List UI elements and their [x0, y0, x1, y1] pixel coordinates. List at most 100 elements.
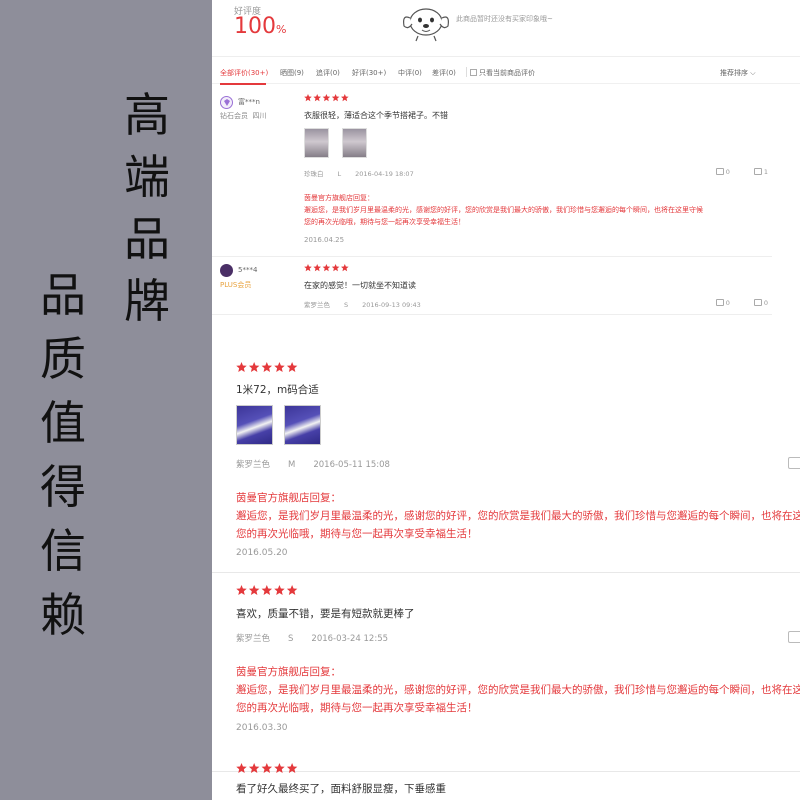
product-color: 紫罗兰色: [236, 460, 271, 470]
seller-reply: 茵曼官方旗舰店回复： 邂逅您，是我们岁月里最温柔的光，感谢您的好评，您的欣赏是我…: [236, 489, 800, 543]
tab-photos[interactable]: 晒图(9): [280, 68, 304, 78]
reply-date: 2016.03.30: [236, 723, 288, 733]
thumbs-up-icon[interactable]: [715, 168, 724, 175]
star-icon: [304, 264, 312, 272]
slogan-char: 端: [124, 150, 170, 204]
active-tab-indicator: [220, 83, 266, 85]
star-icon: [313, 264, 321, 272]
star-icon: [274, 763, 285, 773]
quality-slogan: 品 质 值 得 信 赖: [40, 272, 86, 656]
review-date: 2016-03-24 12:55: [311, 634, 389, 644]
slogan-char: 得: [40, 460, 86, 514]
comment-icon[interactable]: [753, 299, 762, 306]
review-actions: 01: [715, 168, 768, 176]
slogan-char: 牌: [124, 274, 170, 328]
seller-reply: 茵曼官方旗舰店回复： 邂逅您，是我们岁月里最温柔的光，感谢您的好评，您的欣赏是我…: [304, 192, 774, 228]
star-icon: [286, 585, 298, 595]
star-icon: [331, 94, 340, 102]
slogan-char: 品: [124, 212, 170, 266]
thumbs-up-icon[interactable]: [715, 299, 724, 306]
thumbs-up-icon[interactable]: [788, 631, 800, 643]
region-text: 四川: [252, 112, 267, 120]
review-photo[interactable]: [284, 405, 321, 445]
review-actions: 00: [715, 299, 768, 307]
reply-text: 您的再次光临哦，期待与您一起再次享受幸福生活！: [236, 702, 478, 714]
sort-dropdown[interactable]: 推荐排序 ⌵: [720, 68, 756, 78]
rating-value: 100%: [234, 14, 286, 39]
level-text: 钻石会员: [220, 112, 248, 120]
review-meta: 紫罗兰色 S 2016-03-24 12:55: [236, 632, 406, 644]
reply-date: 2016.05.20: [236, 548, 288, 558]
slogan-char: 赖: [40, 588, 86, 642]
review-content: 1米72，m码合适: [236, 384, 319, 396]
slogan-char: 高: [124, 88, 170, 142]
seller-reply: 茵曼官方旗舰店回复： 邂逅您，是我们岁月里最温柔的光，感谢您的好评，您的欣赏是我…: [236, 663, 800, 717]
product-size: M: [288, 460, 296, 470]
reply-title: 茵曼官方旗舰店回复：: [236, 492, 341, 504]
tab-separator: [466, 67, 467, 77]
star-icon: [322, 94, 331, 102]
star-icon: [341, 94, 349, 102]
review-photo[interactable]: [304, 128, 329, 158]
review-meta: 珍珠白 L 2016-04-19 18:07: [304, 168, 428, 178]
sort-label: 推荐排序: [720, 69, 748, 77]
star-icon: [286, 763, 298, 773]
reply-text: 您的再次光临哦，期待与您一起再次享受幸福生活！: [236, 528, 478, 540]
star-rating: [304, 264, 349, 272]
star-icon: [274, 362, 285, 372]
star-icon: [236, 763, 247, 773]
brand-slogan: 高 端 品 牌: [124, 92, 170, 340]
review-meta: 紫罗兰色 M 2016-05-11 15:08: [236, 458, 408, 470]
reply-text: 邂逅您，是我们岁月里最温柔的光，感谢您的好评，您的欣赏是我们最大的骄傲，我们珍惜…: [236, 510, 800, 522]
star-icon: [286, 362, 298, 372]
reply-text: 您的再次光临哦，期待与您一起再次享受幸福生活！: [304, 218, 465, 226]
star-icon: [322, 264, 331, 272]
review-content: 喜欢，质量不错，要是有短款就更棒了: [236, 608, 415, 620]
no-impression-text: 此商品暂时还没有买家印象哦~: [456, 15, 553, 23]
member-level: PLUS会员: [220, 281, 252, 289]
reply-text: 邂逅您，是我们岁月里最温柔的光，感谢您的好评，您的欣赏是我们最大的骄傲，我们珍惜…: [304, 206, 703, 214]
star-icon: [261, 362, 273, 372]
reviewer-name: 5***4: [238, 266, 258, 274]
reply-title: 茵曼官方旗舰店回复：: [236, 666, 341, 678]
current-product-filter[interactable]: 只看当前商品评价: [470, 68, 535, 78]
review-date: 2016-05-11 15:08: [313, 460, 390, 470]
star-icon: [331, 264, 340, 272]
tab-followup[interactable]: 追评(0): [316, 68, 340, 78]
reviewer-name: 富***n: [238, 98, 260, 106]
product-color: 紫罗兰色: [304, 301, 330, 309]
divider: [212, 771, 800, 772]
review-panel: 好评度 100% 此商品暂时还没有买家印象哦~ 全部评价(30+) 晒图(9) …: [212, 0, 800, 800]
star-icon: [248, 362, 260, 372]
star-rating: [304, 94, 349, 102]
checkbox-icon[interactable]: [470, 69, 477, 76]
review-filter-tabs: 全部评价(30+) 晒图(9) 追评(0) 好评(30+) 中评(0) 差评(0…: [212, 56, 800, 85]
star-rating: [236, 585, 298, 595]
rating-unit: %: [276, 23, 287, 36]
review-photo[interactable]: [342, 128, 367, 158]
review-date: 2016-04-19 18:07: [355, 170, 414, 178]
like-count: 0: [725, 299, 730, 307]
star-icon: [274, 585, 285, 595]
star-icon: [236, 585, 247, 595]
thumbs-up-icon[interactable]: [788, 457, 800, 469]
review-content: 衣服很轻，薄适合这个季节搭裙子。不错: [304, 111, 448, 120]
star-icon: [304, 94, 312, 102]
left-banner: 高 端 品 牌 品 质 值 得 信 赖: [0, 0, 212, 800]
avatar[interactable]: [220, 96, 233, 109]
tab-good[interactable]: 好评(30+): [352, 68, 386, 78]
tab-bad[interactable]: 差评(0): [432, 68, 456, 78]
tab-all-reviews[interactable]: 全部评价(30+): [220, 68, 268, 78]
slogan-char: 值: [40, 396, 86, 450]
reply-title: 茵曼官方旗舰店回复：: [304, 194, 374, 202]
review-date: 2016-09-13 09:43: [362, 301, 421, 309]
product-size: S: [288, 634, 294, 644]
product-size: S: [344, 301, 349, 309]
review-photo[interactable]: [236, 405, 273, 445]
tab-medium[interactable]: 中评(0): [398, 68, 422, 78]
avatar[interactable]: [220, 264, 233, 277]
star-rating: [236, 362, 298, 372]
star-icon: [261, 763, 273, 773]
slogan-char: 品: [40, 268, 86, 322]
comment-icon[interactable]: [753, 168, 762, 175]
